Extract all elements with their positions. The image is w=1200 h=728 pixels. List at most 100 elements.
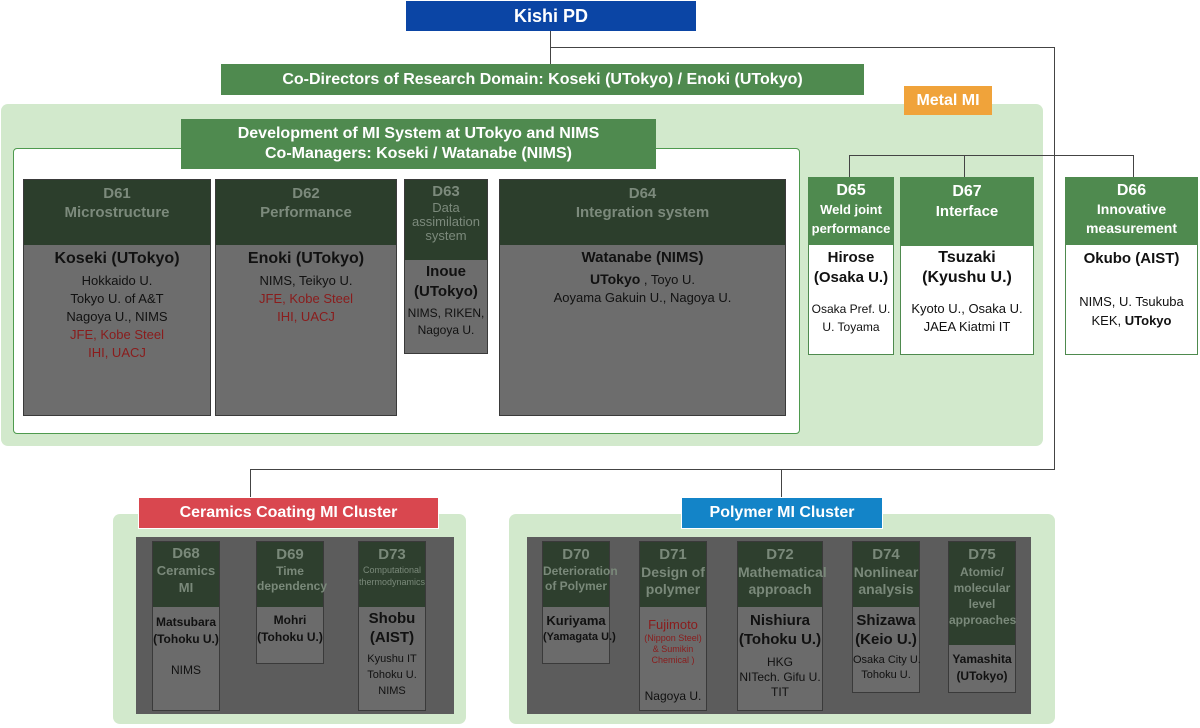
d73-title: Computational [362,565,422,575]
card-d66: D66 Innovative measurement Okubo (AIST) … [1065,177,1198,355]
d64-members-line: UTokyo , Toyo U. [500,270,785,289]
d65-member: U. Toyama [822,320,880,334]
d71-leader: Fujimoto [648,617,698,632]
connector [550,47,1054,48]
d61-code: D61 [103,185,131,202]
d69-leader-org: (Tohoku U.) [257,630,323,644]
ceramics-cluster-label: Ceramics Coating MI Cluster [179,504,398,521]
d66-title: Innovative [1096,201,1167,217]
d75-code: D75 [968,546,996,563]
d65-code: D65 [836,182,866,199]
d62-member: NIMS, Teikyo U. [259,273,353,288]
d75-title: molecular [953,581,1011,595]
pd-label: Kishi PD [513,5,588,26]
card-d67: D67 Interface Tsuzaki (Kyushu U.) Kyoto … [900,177,1034,355]
d65-leader-org: (Osaka U.) [813,269,889,286]
connector [550,30,551,66]
d69-title: Time [276,564,304,578]
d63-title: system [425,228,467,243]
d71-title: polymer [645,581,701,597]
card-d75: D75 Atomic/ molecular level approaches Y… [948,541,1016,693]
card-d74: D74 Nonlinear analysis Shizawa (Keio U.)… [852,541,921,693]
d73-leader: Shobu [368,610,416,627]
d68-leader-org: (Tohoku U.) [153,632,219,646]
d74-member: Tohoku U. [861,669,911,681]
d66-member: NIMS, U. Tsukuba [1079,294,1184,309]
polymer-cluster-label: Polymer MI Cluster [709,504,855,521]
card-d64: D64 Integration system Watanabe (NIMS) U… [499,179,786,416]
d67-member: Kyoto U., Osaka U. [911,301,1023,316]
d66-title: measurement [1085,220,1178,236]
card-d62: D62 Performance Enoki (UTokyo) NIMS, Tei… [215,179,397,416]
connector [781,469,782,497]
d61-member: Hokkaido U. [81,273,153,288]
pd-box: Kishi PD [406,1,696,31]
d72-leader-org: (Tohoku U.) [738,631,822,648]
d75-leader-org: (UTokyo) [956,669,1008,683]
d64-leader: Watanabe (NIMS) [581,249,704,266]
d71-code: D71 [659,546,687,563]
d68-code: D68 [172,545,200,562]
d68-title: Ceramics [156,563,216,578]
d72-member: HKG [766,655,793,669]
d64-member: Aoyama Gakuin U., Nagoya U. [553,290,732,305]
development-title: Development of MI System at UTokyo and N… [237,125,600,142]
d73-title: thermodynamics [359,577,426,587]
d74-member: Osaka City U. [853,654,921,666]
d67-title: Interface [935,203,999,220]
d74-title: Nonlinear [853,564,919,580]
d74-leader-org: (Keio U.) [855,631,917,648]
d74-leader: Shizawa [856,612,916,629]
card-d68: D68 Ceramics MI Matsubara (Tohoku U.) NI… [152,541,220,711]
connector [250,469,1055,470]
d67-leader-org: (Kyushu U.) [922,269,1012,286]
d69-code: D69 [276,546,304,563]
d63-member: NIMS, RIKEN, [407,306,485,320]
d66-code: D66 [1116,182,1147,199]
d66-member: KEK, [1091,313,1125,328]
d64-member: UTokyo [590,271,641,287]
d72-member: NITech. Gifu U. [739,670,821,684]
d61-title: Microstructure [64,204,170,221]
d71-leader-org: (Nippon Steel) [644,633,702,643]
d74-title: analysis [858,581,914,597]
d75-title: level [968,597,996,611]
d61-leader: Koseki (UTokyo) [54,250,180,267]
card-d70: D70 Deterioration of Polymer Kuriyama (Y… [542,541,618,664]
d70-title: of Polymer [544,579,607,593]
d68-member: NIMS [171,663,201,677]
connector [964,155,965,177]
d70-leader-org: (Yamagata U.) [543,631,616,643]
d73-code: D73 [378,546,406,563]
connector [849,155,850,177]
d64-code: D64 [628,185,657,202]
d69-title: dependency [257,579,328,593]
d67-leader: Tsuzaki [938,249,996,266]
d70-leader: Kuriyama [546,613,606,628]
d71-title: Design of [641,564,705,580]
d63-title: Data [432,200,460,215]
metal-mi-label: Metal MI [904,86,992,115]
d67-code: D67 [952,183,982,200]
d63-leader-org: (UTokyo) [414,283,478,300]
d61-member: Tokyo U. of A&T [70,291,164,306]
card-d72: D72 Mathematical approach Nishiura (Toho… [737,541,827,711]
d64-member: , Toyo U. [640,272,695,287]
metal-mi-text: Metal MI [916,91,980,109]
d61-member: IHI, UACJ [88,345,146,360]
d75-leader: Yamashita [952,652,1012,666]
d71-member: Nagoya U. [644,689,702,703]
d72-title: approach [748,581,812,597]
connector [1133,155,1134,177]
d63-member: Nagoya U. [417,323,475,337]
connector [250,469,251,497]
co-directors-label: Co-Directors of Research Domain: Koseki … [282,70,803,88]
d65-title: performance [811,221,891,236]
d65-leader: Hirose [827,249,875,266]
d70-code: D70 [562,546,590,563]
card-d73: D73 Computational thermodynamics Shobu (… [358,541,426,711]
d73-leader-org: (AIST) [369,629,415,646]
d69-leader: Mohri [273,613,307,627]
card-d63: D63 Data assimilation system Inoue (UTok… [404,179,488,354]
d73-member: Tohoku U. [367,669,417,681]
